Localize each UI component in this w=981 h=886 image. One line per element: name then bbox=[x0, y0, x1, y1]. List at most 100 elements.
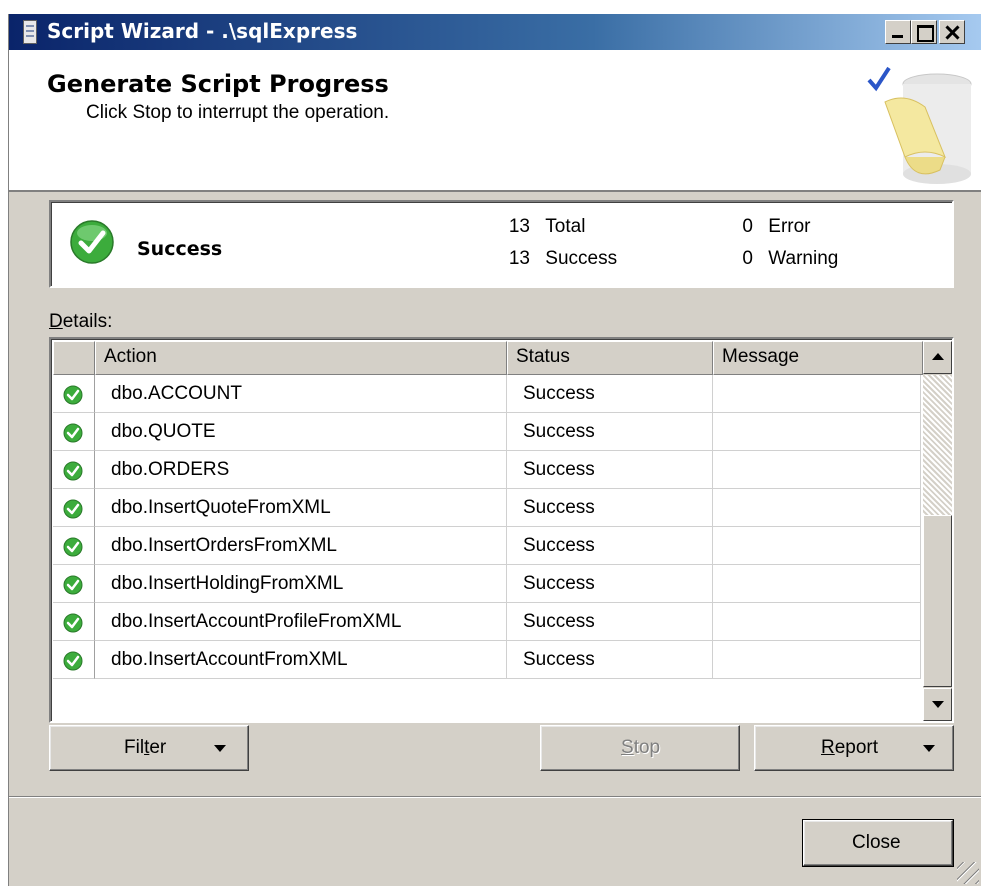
column-header-status[interactable]: Status bbox=[507, 341, 713, 375]
stop-label-rest: top bbox=[633, 737, 661, 758]
status-cell: Success bbox=[507, 451, 713, 489]
scrollbar-track[interactable] bbox=[923, 375, 952, 515]
report-label-rest: eport bbox=[834, 737, 879, 758]
message-cell bbox=[713, 375, 921, 413]
table-row[interactable]: dbo.InsertAccountFromXML Success bbox=[53, 641, 921, 679]
status-cell: Success bbox=[507, 375, 713, 413]
stop-button-label: Stop bbox=[621, 737, 660, 759]
message-cell bbox=[713, 641, 921, 679]
scrollbar-thumb[interactable] bbox=[923, 515, 952, 687]
action-cell: dbo.InsertOrdersFromXML bbox=[95, 527, 507, 565]
row-status-cell bbox=[53, 603, 95, 641]
row-status-cell bbox=[53, 375, 95, 413]
success-check-icon bbox=[63, 499, 83, 519]
script-document-icon bbox=[23, 20, 37, 44]
status-cell: Success bbox=[507, 489, 713, 527]
success-check-icon bbox=[70, 220, 114, 264]
message-cell bbox=[713, 413, 921, 451]
filter-button[interactable]: Filter bbox=[49, 725, 249, 771]
action-cell: dbo.InsertAccountFromXML bbox=[95, 641, 507, 679]
chevron-down-icon bbox=[923, 745, 935, 752]
minimize-button[interactable] bbox=[885, 20, 911, 44]
row-status-cell bbox=[53, 451, 95, 489]
total-count-row: 13 Total bbox=[506, 216, 586, 238]
scroll-down-button[interactable] bbox=[923, 688, 952, 721]
row-status-cell bbox=[53, 565, 95, 603]
table-row[interactable]: dbo.InsertQuoteFromXML Success bbox=[53, 489, 921, 527]
warning-count: 0 bbox=[742, 248, 753, 269]
warning-count-row: 0 Warning bbox=[739, 248, 838, 270]
success-label: Success bbox=[545, 248, 618, 269]
window-title: Script Wizard - .\sqlExpress bbox=[47, 19, 358, 43]
column-header-action[interactable]: Action bbox=[95, 341, 507, 375]
action-cell: dbo.QUOTE bbox=[95, 413, 507, 451]
status-cell: Success bbox=[507, 603, 713, 641]
table-row[interactable]: dbo.InsertOrdersFromXML Success bbox=[53, 527, 921, 565]
details-grid[interactable]: Action Status Message dbo.ACCOUNT Success… bbox=[49, 337, 954, 723]
title-bar[interactable]: Script Wizard - .\sqlExpress bbox=[9, 14, 981, 50]
success-count-row: 13 Success bbox=[506, 248, 617, 270]
close-window-button[interactable] bbox=[939, 20, 965, 44]
success-check-icon bbox=[63, 461, 83, 481]
wizard-header: Generate Script Progress Click Stop to i… bbox=[9, 50, 981, 192]
error-count-row: 0 Error bbox=[739, 216, 811, 238]
column-header-message[interactable]: Message bbox=[713, 341, 923, 375]
page-title: Generate Script Progress bbox=[47, 70, 389, 98]
success-check-icon bbox=[63, 537, 83, 557]
warning-label: Warning bbox=[768, 248, 839, 269]
success-check-icon bbox=[63, 385, 83, 405]
script-scroll-icon bbox=[867, 66, 972, 184]
action-cell: dbo.ACCOUNT bbox=[95, 375, 507, 413]
vertical-scrollbar[interactable] bbox=[923, 341, 952, 721]
resize-grip[interactable] bbox=[957, 862, 979, 884]
maximize-button[interactable] bbox=[911, 20, 937, 44]
details-label-mnemonic: D bbox=[49, 311, 63, 332]
stop-button[interactable]: Stop bbox=[540, 725, 740, 771]
table-row[interactable]: dbo.ACCOUNT Success bbox=[53, 375, 921, 413]
scroll-up-button[interactable] bbox=[923, 341, 952, 374]
progress-summary: Success 13 Total 13 Success 0 Error 0 Wa… bbox=[49, 200, 954, 288]
status-cell: Success bbox=[507, 527, 713, 565]
table-row[interactable]: dbo.ORDERS Success bbox=[53, 451, 921, 489]
filter-label-part2: er bbox=[149, 737, 167, 758]
success-check-icon bbox=[63, 651, 83, 671]
report-button[interactable]: Report bbox=[754, 725, 954, 771]
status-cell: Success bbox=[507, 413, 713, 451]
grid-header: Action Status Message bbox=[53, 341, 923, 375]
error-count: 0 bbox=[742, 216, 753, 237]
message-cell bbox=[713, 527, 921, 565]
row-status-cell bbox=[53, 641, 95, 679]
script-wizard-window: Script Wizard - .\sqlExpress Generate Sc… bbox=[8, 14, 981, 886]
total-label: Total bbox=[545, 216, 586, 237]
status-cell: Success bbox=[507, 641, 713, 679]
table-row[interactable]: dbo.InsertAccountProfileFromXML Success bbox=[53, 603, 921, 641]
details-label: Details: bbox=[49, 311, 112, 333]
success-check-icon bbox=[63, 613, 83, 633]
action-cell: dbo.InsertQuoteFromXML bbox=[95, 489, 507, 527]
table-row[interactable]: dbo.InsertHoldingFromXML Success bbox=[53, 565, 921, 603]
message-cell bbox=[713, 603, 921, 641]
page-subtitle: Click Stop to interrupt the operation. bbox=[86, 102, 390, 123]
row-status-cell bbox=[53, 413, 95, 451]
stop-label-mnemonic: S bbox=[621, 737, 634, 758]
error-label: Error bbox=[768, 216, 811, 237]
close-button[interactable]: Close bbox=[803, 820, 953, 866]
success-check-icon bbox=[63, 423, 83, 443]
chevron-down-icon bbox=[214, 745, 226, 752]
action-cell: dbo.InsertAccountProfileFromXML bbox=[95, 603, 507, 641]
row-status-cell bbox=[53, 489, 95, 527]
message-cell bbox=[713, 489, 921, 527]
action-cell: dbo.InsertHoldingFromXML bbox=[95, 565, 507, 603]
row-status-cell bbox=[53, 527, 95, 565]
status-cell: Success bbox=[507, 565, 713, 603]
report-button-label: Report bbox=[821, 737, 878, 759]
close-button-label: Close bbox=[852, 832, 901, 853]
filter-label-part1: Fil bbox=[124, 737, 145, 758]
action-cell: dbo.ORDERS bbox=[95, 451, 507, 489]
column-header-icon[interactable] bbox=[53, 341, 95, 375]
table-row[interactable]: dbo.QUOTE Success bbox=[53, 413, 921, 451]
message-cell bbox=[713, 565, 921, 603]
overall-status: Success bbox=[137, 238, 223, 260]
total-count: 13 bbox=[508, 216, 530, 237]
filter-button-label: Filter bbox=[124, 737, 166, 759]
